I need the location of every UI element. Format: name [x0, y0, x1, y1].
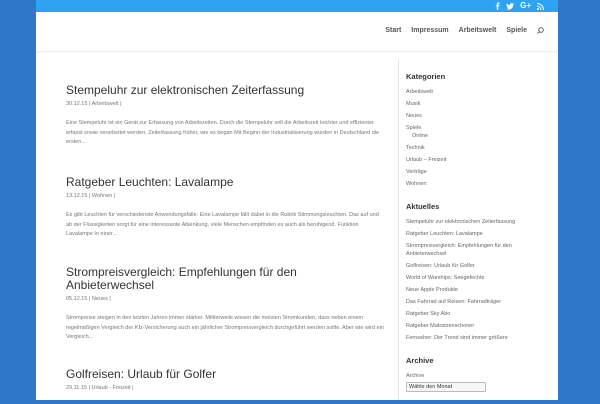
recent-post-link[interactable]: Ratgeber Leuchten: Lavalampe	[406, 228, 546, 240]
recent-post-link[interactable]: Ratgeber Matratzenschoner	[406, 320, 546, 332]
categories-list: Arbeitswelt Musik Neues Spiele Online Te…	[406, 86, 546, 190]
nav-item-impressum[interactable]: Impressum	[411, 27, 448, 34]
post-item: Strompreisvergleich: Empfehlungen für de…	[66, 266, 386, 343]
post-item: Golfreisen: Urlaub für Golfer 29.11.15 |…	[66, 368, 386, 392]
site-header: Start Impressum Arbeitswelt Spiele	[36, 12, 558, 52]
category-link[interactable]: Musik	[406, 98, 546, 110]
post-category-link[interactable]: Arbeitswelt	[92, 101, 119, 107]
categories-widget: Kategorien Arbeitswelt Musik Neues Spiel…	[406, 72, 546, 190]
recent-post-link[interactable]: Strompreisvergleich: Empfehlungen für de…	[406, 242, 524, 258]
post-date: 05.12.15	[66, 296, 88, 302]
post-meta: 13.12.15 | Wohnen |	[66, 193, 116, 199]
post-category-link[interactable]: Neues	[92, 296, 108, 302]
archive-title: Archive	[406, 356, 434, 365]
top-bar: G+	[36, 0, 558, 12]
archive-label: Archive	[406, 373, 425, 379]
category-link[interactable]: Verträge	[406, 166, 546, 178]
recent-post-link[interactable]: Das Fahrrad auf Reisen: Fahrradträger	[406, 296, 546, 308]
category-link[interactable]: Online	[406, 132, 546, 140]
post-item: Stempeluhr zur elektronischen Zeiterfass…	[66, 84, 386, 148]
category-link[interactable]: Urlaub – Freizeit	[406, 154, 546, 166]
category-link[interactable]: Spiele	[406, 124, 546, 132]
google-plus-icon[interactable]: G+	[520, 0, 531, 12]
post-date: 29.11.15	[66, 385, 88, 391]
recent-post-link[interactable]: Stempeluhr zur elektronischen Zeiterfass…	[406, 216, 546, 228]
twitter-icon[interactable]	[506, 2, 515, 10]
rss-icon[interactable]	[537, 2, 544, 10]
post-title[interactable]: Golfreisen: Urlaub für Golfer	[66, 368, 386, 381]
post-category-link[interactable]: Wohnen	[92, 193, 112, 199]
recent-post-link[interactable]: Golfreisen: Urlaub für Golfer	[406, 260, 546, 272]
archive-dropdown[interactable]: Wähle den Monat	[406, 382, 486, 392]
sidebar: Kategorien Arbeitswelt Musik Neues Spiel…	[406, 72, 546, 404]
post-meta: 30.12.15 | Arbeitswelt |	[66, 101, 122, 107]
page-container: Start Impressum Arbeitswelt Spiele Stemp…	[36, 12, 558, 400]
post-date: 13.12.15	[66, 193, 88, 199]
category-link[interactable]: Wohnen	[406, 178, 546, 190]
post-excerpt: Es gibt Leuchten für verschiedenste Anwe…	[66, 212, 379, 237]
post-date: 30.12.15	[66, 101, 88, 107]
recent-posts-title: Aktuelles	[406, 202, 440, 211]
recent-posts-list: Stempeluhr zur elektronischen Zeiterfass…	[406, 216, 546, 344]
facebook-icon[interactable]	[495, 2, 500, 10]
post-title[interactable]: Ratgeber Leuchten: Lavalampe	[66, 176, 386, 189]
category-link[interactable]: Arbeitswelt	[406, 86, 546, 98]
category-link[interactable]: Technik	[406, 142, 546, 154]
nav-item-spiele[interactable]: Spiele	[506, 27, 527, 34]
post-meta: 29.11.15 | Urlaub - Freizeit |	[66, 385, 134, 391]
post-excerpt: Eine Stempeluhr ist ein Gerät zur Erfass…	[66, 120, 380, 145]
post-category-link[interactable]: Urlaub - Freizeit	[92, 385, 131, 391]
recent-posts-widget: Aktuelles Stempeluhr zur elektronischen …	[406, 202, 546, 344]
categories-title: Kategorien	[406, 72, 446, 81]
nav-item-arbeitswelt[interactable]: Arbeitswelt	[459, 27, 497, 34]
main-nav: Start Impressum Arbeitswelt Spiele	[385, 27, 544, 34]
recent-post-link[interactable]: Neue Apple Produkte	[406, 284, 546, 296]
social-icons: G+	[495, 0, 544, 12]
post-title[interactable]: Strompreisvergleich: Empfehlungen für de…	[66, 266, 386, 292]
archive-widget: Archive Archive Wähle den Monat	[406, 356, 546, 392]
category-link[interactable]: Neues	[406, 110, 546, 122]
recent-post-link[interactable]: World of Warships: Seegefechte	[406, 272, 546, 284]
post-title[interactable]: Stempeluhr zur elektronischen Zeiterfass…	[66, 84, 386, 97]
post-item: Ratgeber Leuchten: Lavalampe 13.12.15 | …	[66, 176, 386, 240]
post-meta: 05.12.15 | Neues |	[66, 296, 111, 302]
column-divider	[398, 60, 399, 400]
search-icon[interactable]	[537, 27, 544, 34]
nav-item-start[interactable]: Start	[385, 27, 401, 34]
recent-post-link[interactable]: Fernseher: Der Trend sind immer größere	[406, 332, 546, 344]
recent-post-link[interactable]: Ratgeber Sky Abo	[406, 308, 546, 320]
post-excerpt: Strompreise steigen in den letzten Jahre…	[66, 315, 384, 340]
